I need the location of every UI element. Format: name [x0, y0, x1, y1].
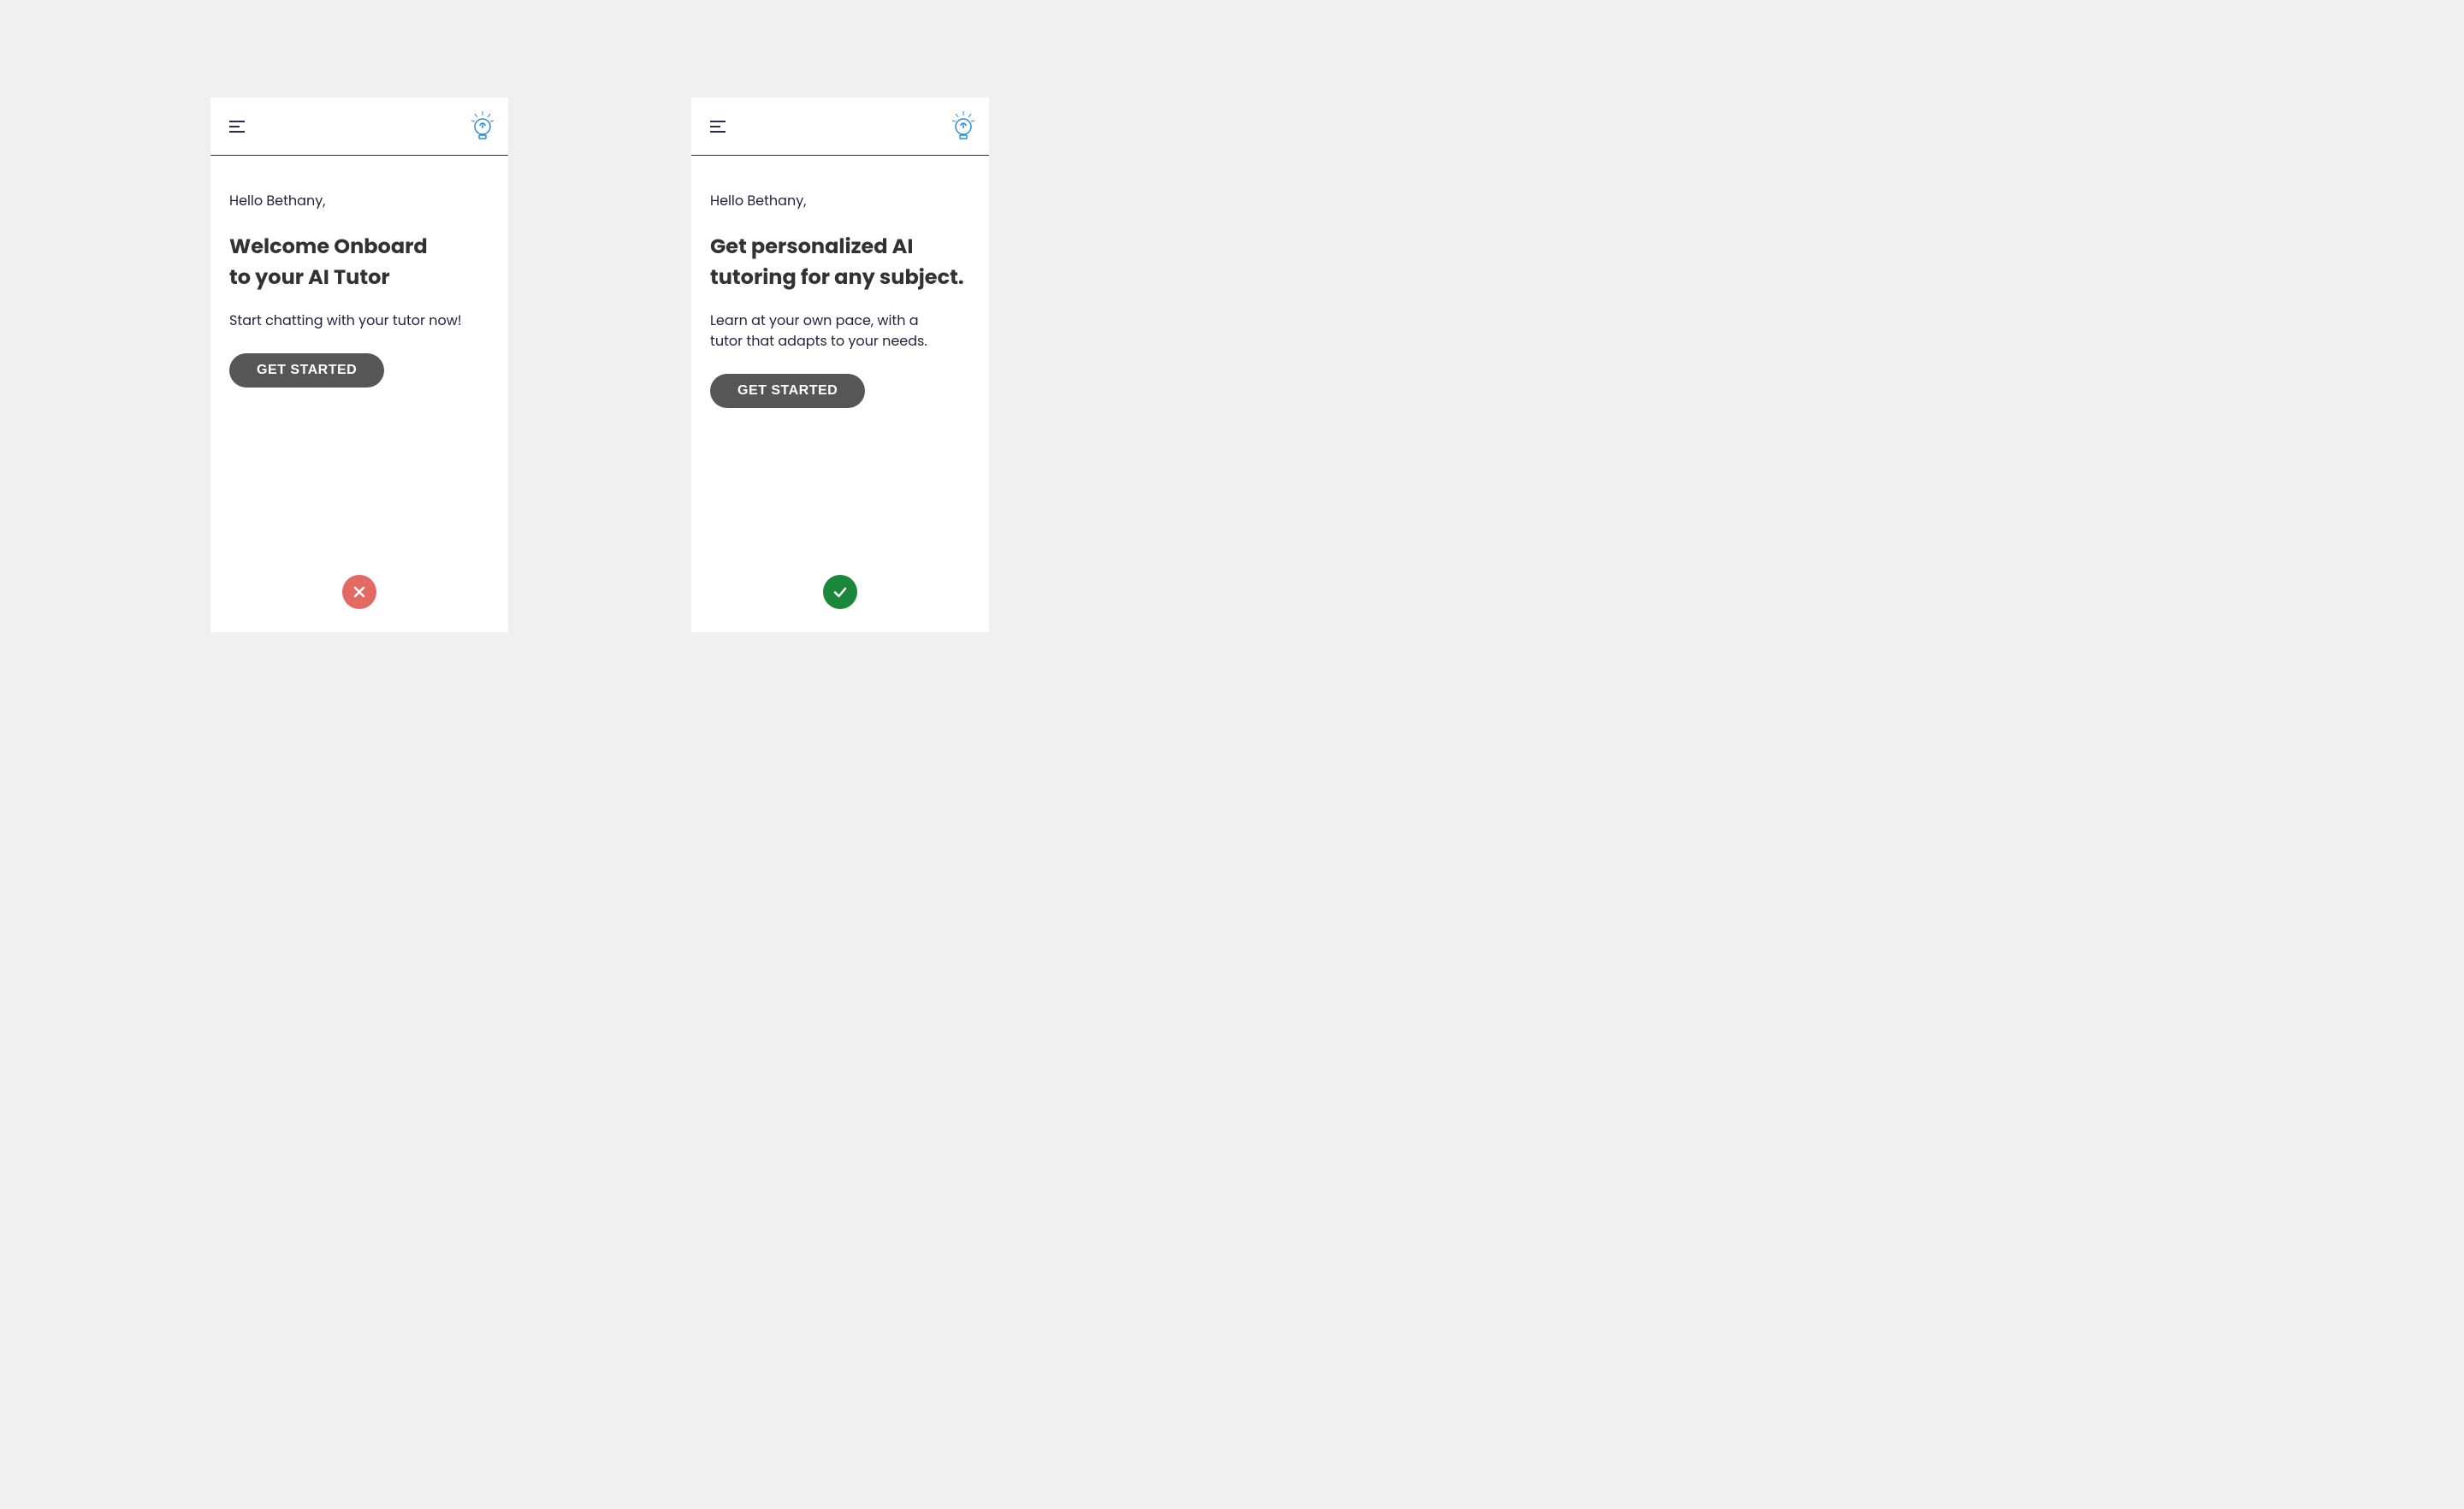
- heading-line: to your AI Tutor: [229, 263, 390, 292]
- get-started-button[interactable]: GET STARTED: [229, 353, 384, 388]
- get-started-button[interactable]: GET STARTED: [710, 374, 865, 408]
- phone-mock-good: Hello Bethany, Get personalized AI tutor…: [691, 98, 989, 632]
- subtext: Start chatting with your tutor now!: [229, 311, 489, 331]
- card-body: Hello Bethany, Welcome Onboard to your A…: [210, 156, 508, 388]
- greeting-text: Hello Bethany,: [710, 190, 970, 211]
- greeting-text: Hello Bethany,: [229, 190, 489, 211]
- heading-line: Welcome Onboard: [229, 233, 428, 261]
- subtext: Learn at your own pace, with a tutor tha…: [710, 311, 970, 352]
- card-body: Hello Bethany, Get personalized AI tutor…: [691, 156, 989, 408]
- lightbulb-logo-icon: [951, 111, 975, 142]
- lightbulb-logo-icon: [471, 111, 495, 142]
- menu-icon[interactable]: [229, 121, 245, 133]
- welcome-heading: Welcome Onboard to your AI Tutor: [229, 232, 489, 293]
- status-good-icon: [823, 575, 857, 609]
- topbar: [691, 98, 989, 156]
- heading-line: tutoring for any subject.: [710, 263, 964, 292]
- subtext-line: tutor that adapts to your needs.: [710, 331, 927, 351]
- status-bad-icon: [342, 575, 376, 609]
- menu-icon[interactable]: [710, 121, 726, 133]
- heading-line: Get personalized AI: [710, 233, 913, 261]
- phone-mock-bad: Hello Bethany, Welcome Onboard to your A…: [210, 98, 508, 632]
- welcome-heading: Get personalized AI tutoring for any sub…: [710, 232, 970, 293]
- topbar: [210, 98, 508, 156]
- subtext-line: Learn at your own pace, with a: [710, 311, 919, 330]
